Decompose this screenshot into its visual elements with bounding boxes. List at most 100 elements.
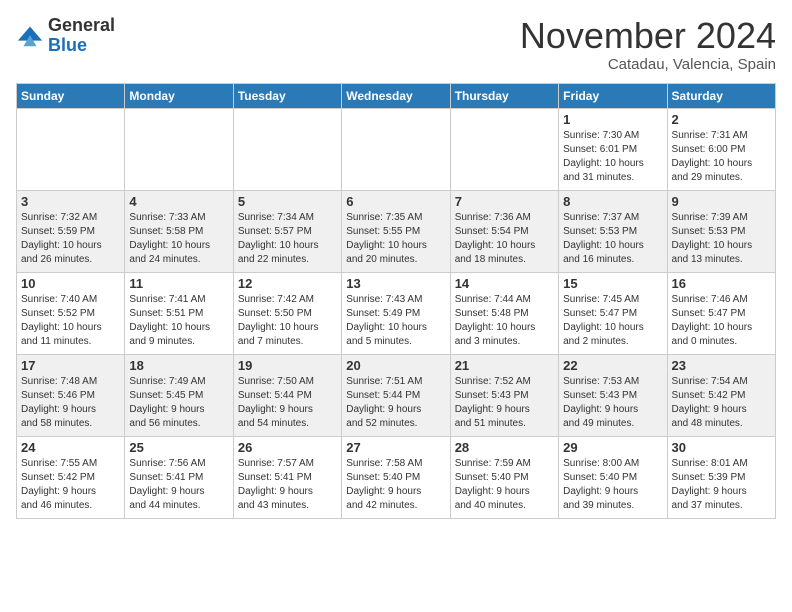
week-row-1: 1 Sunrise: 7:30 AM Sunset: 6:01 PM Daylig… — [17, 108, 776, 190]
day-number: 5 — [238, 194, 337, 209]
day-number: 9 — [672, 194, 771, 209]
day-number: 28 — [455, 440, 554, 455]
cell-w3-d4: 14 Sunrise: 7:44 AM Sunset: 5:48 PM Dayli… — [450, 272, 558, 354]
cell-w2-d6: 9 Sunrise: 7:39 AM Sunset: 5:53 PM Daylig… — [667, 190, 775, 272]
day-info: Sunrise: 8:01 AM Sunset: 5:39 PM Dayligh… — [672, 457, 771, 513]
cell-w5-d0: 24 Sunrise: 7:55 AM Sunset: 5:42 PM Dayli… — [17, 436, 125, 518]
day-number: 1 — [563, 112, 662, 127]
location: Catadau, Valencia, Spain — [520, 56, 776, 73]
week-row-4: 17Sunrise: 7:48 AM Sunset: 5:46 PM Dayli… — [17, 354, 776, 436]
day-info: Sunrise: 7:40 AM Sunset: 5:52 PM Dayligh… — [21, 293, 120, 349]
logo-icon — [16, 22, 44, 50]
day-info: Sunrise: 7:39 AM Sunset: 5:53 PM Dayligh… — [672, 211, 771, 267]
day-number: 25 — [129, 440, 228, 455]
cell-w5-d4: 28 Sunrise: 7:59 AM Sunset: 5:40 PM Dayli… — [450, 436, 558, 518]
page-header: General Blue November 2024 Catadau, Vale… — [16, 16, 776, 73]
day-info: Sunrise: 7:41 AM Sunset: 5:51 PM Dayligh… — [129, 293, 228, 349]
day-info: Sunrise: 7:53 AM Sunset: 5:43 PM Dayligh… — [563, 375, 662, 431]
cell-w4-d6: 23 Sunrise: 7:54 AM Sunset: 5:42 PM Dayli… — [667, 354, 775, 436]
day-info: Sunrise: 7:30 AM Sunset: 6:01 PM Dayligh… — [563, 129, 662, 185]
cell-w2-d3: 6Sunrise: 7:35 AM Sunset: 5:55 PM Daylig… — [342, 190, 450, 272]
cell-w4-d2: 19 Sunrise: 7:50 AM Sunset: 5:44 PM Dayli… — [233, 354, 341, 436]
cell-w2-d4: 7Sunrise: 7:36 AM Sunset: 5:54 PM Daylig… — [450, 190, 558, 272]
cell-w1-d3 — [342, 108, 450, 190]
cell-w4-d4: 21 Sunrise: 7:52 AM Sunset: 5:43 PM Dayli… — [450, 354, 558, 436]
cell-w4-d0: 17Sunrise: 7:48 AM Sunset: 5:46 PM Dayli… — [17, 354, 125, 436]
day-number: 4 — [129, 194, 228, 209]
logo: General Blue — [16, 16, 115, 56]
day-info: Sunrise: 7:49 AM Sunset: 5:45 PM Dayligh… — [129, 375, 228, 431]
day-number: 12 — [238, 276, 337, 291]
cell-w2-d0: 3Sunrise: 7:32 AM Sunset: 5:59 PM Daylig… — [17, 190, 125, 272]
day-number: 6 — [346, 194, 445, 209]
header-tuesday: Tuesday — [233, 83, 341, 108]
header-wednesday: Wednesday — [342, 83, 450, 108]
logo-text: General Blue — [48, 16, 115, 56]
day-number: 20 — [346, 358, 445, 373]
day-info: Sunrise: 7:50 AM Sunset: 5:44 PM Dayligh… — [238, 375, 337, 431]
day-info: Sunrise: 7:51 AM Sunset: 5:44 PM Dayligh… — [346, 375, 445, 431]
day-info: Sunrise: 8:00 AM Sunset: 5:40 PM Dayligh… — [563, 457, 662, 513]
day-info: Sunrise: 7:31 AM Sunset: 6:00 PM Dayligh… — [672, 129, 771, 185]
cell-w1-d5: 1 Sunrise: 7:30 AM Sunset: 6:01 PM Daylig… — [559, 108, 667, 190]
cell-w2-d1: 4 Sunrise: 7:33 AM Sunset: 5:58 PM Daylig… — [125, 190, 233, 272]
day-info: Sunrise: 7:43 AM Sunset: 5:49 PM Dayligh… — [346, 293, 445, 349]
day-info: Sunrise: 7:52 AM Sunset: 5:43 PM Dayligh… — [455, 375, 554, 431]
day-number: 14 — [455, 276, 554, 291]
cell-w5-d3: 27Sunrise: 7:58 AM Sunset: 5:40 PM Dayli… — [342, 436, 450, 518]
day-info: Sunrise: 7:44 AM Sunset: 5:48 PM Dayligh… — [455, 293, 554, 349]
cell-w4-d1: 18 Sunrise: 7:49 AM Sunset: 5:45 PM Dayli… — [125, 354, 233, 436]
day-number: 3 — [21, 194, 120, 209]
cell-w1-d0 — [17, 108, 125, 190]
day-number: 15 — [563, 276, 662, 291]
logo-blue-text: Blue — [48, 36, 115, 56]
day-number: 19 — [238, 358, 337, 373]
day-info: Sunrise: 7:55 AM Sunset: 5:42 PM Dayligh… — [21, 457, 120, 513]
header-sunday: Sunday — [17, 83, 125, 108]
day-number: 23 — [672, 358, 771, 373]
cell-w1-d4 — [450, 108, 558, 190]
day-number: 21 — [455, 358, 554, 373]
week-row-2: 3Sunrise: 7:32 AM Sunset: 5:59 PM Daylig… — [17, 190, 776, 272]
day-info: Sunrise: 7:45 AM Sunset: 5:47 PM Dayligh… — [563, 293, 662, 349]
day-number: 22 — [563, 358, 662, 373]
day-info: Sunrise: 7:34 AM Sunset: 5:57 PM Dayligh… — [238, 211, 337, 267]
calendar-body: 1 Sunrise: 7:30 AM Sunset: 6:01 PM Daylig… — [17, 108, 776, 518]
cell-w1-d6: 2 Sunrise: 7:31 AM Sunset: 6:00 PM Daylig… — [667, 108, 775, 190]
cell-w1-d2 — [233, 108, 341, 190]
day-number: 16 — [672, 276, 771, 291]
cell-w3-d0: 10Sunrise: 7:40 AM Sunset: 5:52 PM Dayli… — [17, 272, 125, 354]
day-info: Sunrise: 7:57 AM Sunset: 5:41 PM Dayligh… — [238, 457, 337, 513]
day-info: Sunrise: 7:54 AM Sunset: 5:42 PM Dayligh… — [672, 375, 771, 431]
day-number: 27 — [346, 440, 445, 455]
header-friday: Friday — [559, 83, 667, 108]
month-title: November 2024 — [520, 16, 776, 56]
day-info: Sunrise: 7:59 AM Sunset: 5:40 PM Dayligh… — [455, 457, 554, 513]
day-info: Sunrise: 7:46 AM Sunset: 5:47 PM Dayligh… — [672, 293, 771, 349]
day-number: 24 — [21, 440, 120, 455]
day-number: 2 — [672, 112, 771, 127]
header-thursday: Thursday — [450, 83, 558, 108]
cell-w5-d1: 25Sunrise: 7:56 AM Sunset: 5:41 PM Dayli… — [125, 436, 233, 518]
cell-w2-d2: 5 Sunrise: 7:34 AM Sunset: 5:57 PM Daylig… — [233, 190, 341, 272]
logo-general-text: General — [48, 16, 115, 36]
day-number: 26 — [238, 440, 337, 455]
calendar-header: SundayMondayTuesdayWednesdayThursdayFrid… — [17, 83, 776, 108]
title-block: November 2024 Catadau, Valencia, Spain — [520, 16, 776, 73]
day-info: Sunrise: 7:42 AM Sunset: 5:50 PM Dayligh… — [238, 293, 337, 349]
cell-w1-d1 — [125, 108, 233, 190]
cell-w4-d5: 22 Sunrise: 7:53 AM Sunset: 5:43 PM Dayli… — [559, 354, 667, 436]
day-number: 13 — [346, 276, 445, 291]
cell-w3-d6: 16 Sunrise: 7:46 AM Sunset: 5:47 PM Dayli… — [667, 272, 775, 354]
cell-w3-d2: 12 Sunrise: 7:42 AM Sunset: 5:50 PM Dayli… — [233, 272, 341, 354]
cell-w5-d5: 29 Sunrise: 8:00 AM Sunset: 5:40 PM Dayli… — [559, 436, 667, 518]
day-info: Sunrise: 7:33 AM Sunset: 5:58 PM Dayligh… — [129, 211, 228, 267]
week-row-5: 24 Sunrise: 7:55 AM Sunset: 5:42 PM Dayli… — [17, 436, 776, 518]
week-row-3: 10Sunrise: 7:40 AM Sunset: 5:52 PM Dayli… — [17, 272, 776, 354]
header-saturday: Saturday — [667, 83, 775, 108]
cell-w4-d3: 20 Sunrise: 7:51 AM Sunset: 5:44 PM Dayli… — [342, 354, 450, 436]
day-number: 29 — [563, 440, 662, 455]
day-number: 17 — [21, 358, 120, 373]
day-number: 18 — [129, 358, 228, 373]
cell-w2-d5: 8Sunrise: 7:37 AM Sunset: 5:53 PM Daylig… — [559, 190, 667, 272]
